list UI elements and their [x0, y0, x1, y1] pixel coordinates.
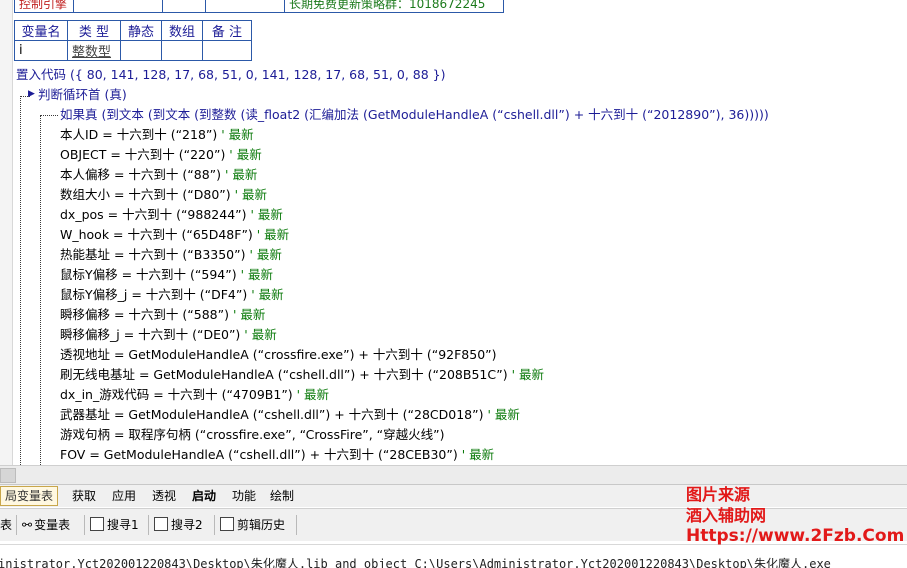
code-line[interactable]: 武器基址 = GetModuleHandleA (“cshell.dll”) +…	[60, 405, 520, 425]
top-partial-table: 控制引擎 长期免费更新策略群：1018672245	[14, 0, 504, 13]
var-cell-name[interactable]: i	[14, 40, 68, 61]
top-cell-1: 控制引擎	[14, 0, 74, 13]
var-header-type: 类 型	[67, 20, 121, 41]
code-editor[interactable]: 控制引擎 长期免费更新策略群：1018672245 变量名 类 型 静态 数组 …	[0, 0, 907, 465]
tab-global-vars[interactable]: 局变量表	[0, 486, 59, 506]
tab-get[interactable]: 获取	[68, 487, 100, 505]
status-path-text: inistrator.Yct202001220843\Desktop\朱化魔人.…	[0, 557, 831, 568]
top-cell-5: 长期免费更新策略群：1018672245	[284, 0, 504, 13]
loop-arrow-icon: ▶	[28, 89, 35, 99]
search2-label: 搜寻2	[171, 518, 203, 532]
if-flow-line	[40, 116, 41, 465]
tab-start[interactable]: 启动	[188, 487, 220, 505]
clipboard-icon	[220, 517, 234, 531]
var-cell-array[interactable]	[161, 40, 203, 61]
code-line[interactable]: 游戏句柄 = 取程序句柄 (“crossfire.exe”, “CrossFir…	[60, 425, 445, 445]
toolbar-table-button[interactable]: 表	[0, 516, 12, 534]
toolbar-separator	[148, 515, 149, 535]
clip-history-label: 剪辑历史	[237, 518, 286, 532]
search1-label: 搜寻1	[107, 518, 139, 532]
toolbar-clip-history-button[interactable]: 剪辑历史	[220, 516, 285, 534]
var-cell-static[interactable]	[120, 40, 162, 61]
top-cell-3	[162, 0, 206, 13]
toolbar-separator	[214, 515, 215, 535]
var-cell-type[interactable]: 整数型	[67, 40, 121, 61]
code-line[interactable]: 瞬移偏移 = 十六到十 (“588”) ' 最新	[60, 305, 265, 325]
var-header-array: 数组	[161, 20, 203, 41]
embed-code-line[interactable]: 置入代码 ({ 80, 141, 128, 17, 68, 51, 0, 141…	[16, 65, 445, 85]
toolbar-search2-button[interactable]: 搜寻2	[154, 516, 203, 534]
tab-function[interactable]: 功能	[228, 487, 260, 505]
variable-table: 变量名 类 型 静态 数组 备 注 i 整数型	[14, 20, 252, 61]
toolbar-var-table-button[interactable]: ⚯ 变量表	[22, 516, 70, 534]
code-line[interactable]: OBJECT = 十六到十 (“220”) ' 最新	[60, 145, 262, 165]
code-line[interactable]: 本人ID = 十六到十 (“218”) ' 最新	[60, 125, 254, 145]
code-line[interactable]: 瞬移偏移_j = 十六到十 (“DE0”) ' 最新	[60, 325, 277, 345]
code-line[interactable]: 数组大小 = 十六到十 (“D80”) ' 最新	[60, 185, 267, 205]
top-cell-4	[205, 0, 285, 13]
scrollbar-thumb[interactable]	[0, 468, 16, 483]
code-line[interactable]: 鼠标Y偏移_j = 十六到十 (“DF4”) ' 最新	[60, 285, 284, 305]
toolbar-separator	[296, 515, 297, 535]
code-line[interactable]: FOV = GetModuleHandleA (“cshell.dll”) + …	[60, 445, 494, 465]
search-list-icon	[90, 517, 104, 531]
toolbar-separator	[84, 515, 85, 535]
code-line[interactable]: dx_pos = 十六到十 (“988244”) ' 最新	[60, 205, 283, 225]
code-line[interactable]: 鼠标Y偏移 = 十六到十 (“594”) ' 最新	[60, 265, 273, 285]
search-list-icon	[154, 517, 168, 531]
code-line[interactable]: 透视地址 = GetModuleHandleA (“crossfire.exe”…	[60, 345, 497, 365]
loop-flow-line	[20, 98, 21, 465]
var-cell-note[interactable]	[202, 40, 252, 61]
watermark-line2: 酒入辅助网	[686, 506, 767, 525]
glasses-icon: ⚯	[22, 518, 33, 532]
watermark: 图片来源 酒入辅助网 Https://www.2Fzb.Com	[686, 484, 904, 547]
var-header-note: 备 注	[202, 20, 252, 41]
tab-draw[interactable]: 绘制	[266, 487, 298, 505]
watermark-url: Https://www.2Fzb.Com	[686, 526, 905, 546]
watermark-line1: 图片来源	[686, 485, 751, 504]
code-line[interactable]: W_hook = 十六到十 (“65D48F”) ' 最新	[60, 225, 289, 245]
tab-perspective[interactable]: 透视	[148, 487, 180, 505]
if-true-line[interactable]: 如果真 (到文本 (到文本 (到整数 (读_float2 (汇编加法 (GetM…	[60, 105, 769, 125]
code-line[interactable]: 本人偏移 = 十六到十 (“88”) ' 最新	[60, 165, 257, 185]
code-line[interactable]: dx_in_游戏代码 = 十六到十 (“4709B1”) ' 最新	[60, 385, 329, 405]
output-status-bar: inistrator.Yct202001220843\Desktop\朱化魔人.…	[0, 544, 907, 568]
var-table-label: 变量表	[34, 518, 71, 532]
loop-start-line[interactable]: 判断循环首 (真)	[38, 85, 127, 105]
horizontal-scrollbar[interactable]	[0, 465, 907, 484]
var-header-name: 变量名	[14, 20, 68, 41]
code-line[interactable]: 热能基址 = 十六到十 (“B3350”) ' 最新	[60, 245, 282, 265]
toolbar-separator	[16, 515, 17, 535]
tab-apply[interactable]: 应用	[108, 487, 140, 505]
top-cell-2	[73, 0, 163, 13]
editor-gutter	[0, 0, 13, 465]
var-header-static: 静态	[120, 20, 162, 41]
toolbar-search1-button[interactable]: 搜寻1	[90, 516, 139, 534]
if-flow-arrow	[40, 115, 58, 116]
code-line[interactable]: 刷无线电基址 = GetModuleHandleA (“cshell.dll”)…	[60, 365, 544, 385]
